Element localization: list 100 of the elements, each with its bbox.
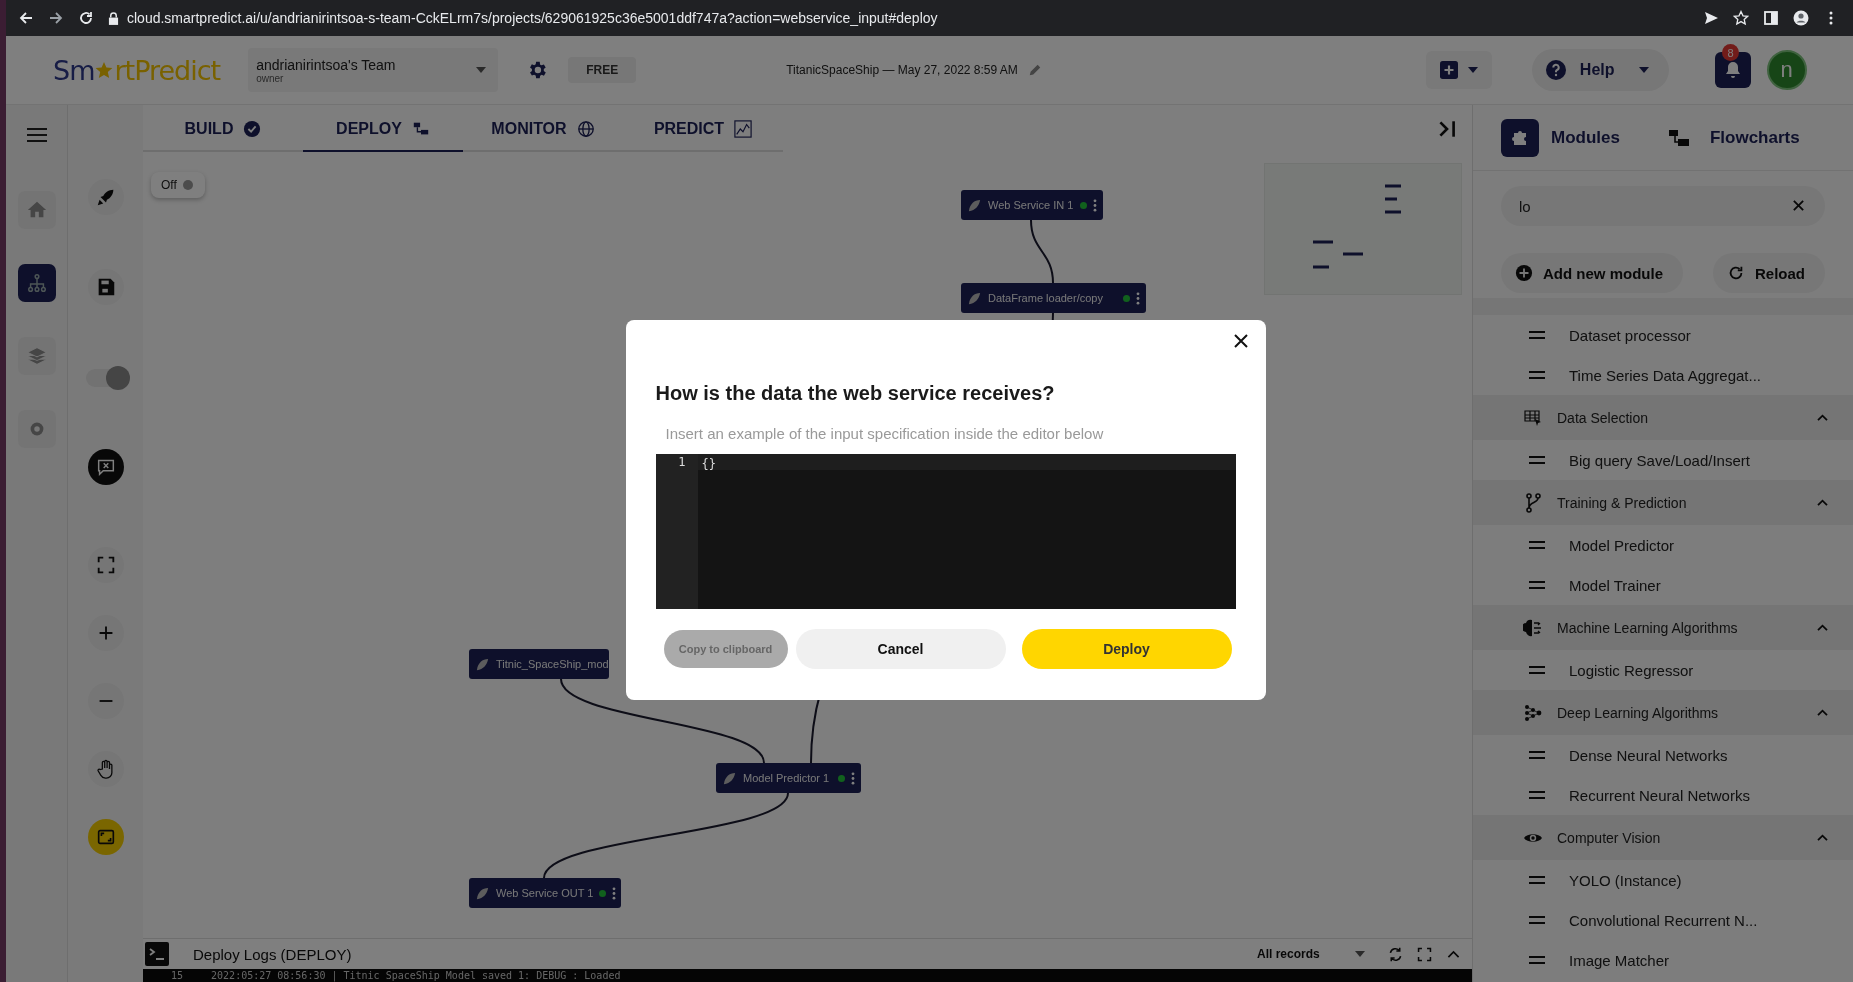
forward-icon[interactable] (48, 10, 64, 26)
module-item[interactable]: Big query Save/Load/Insert (1473, 440, 1853, 480)
category-header[interactable]: Machine Learning Algorithms (1473, 605, 1853, 650)
profile-icon[interactable] (1793, 10, 1809, 26)
check-circle-icon (243, 119, 262, 138)
reload-icon[interactable] (78, 10, 94, 26)
flow-node[interactable]: Titnic_SpaceShip_mod (469, 649, 609, 679)
dialog-title: How is the data the web service receives? (655, 382, 1056, 405)
comment-close-icon[interactable] (87, 449, 124, 485)
globe-icon (576, 119, 595, 138)
close-icon[interactable] (1233, 334, 1248, 348)
help-icon (1545, 60, 1566, 80)
kebab-menu-icon[interactable] (1093, 198, 1097, 212)
drag-handle-icon (1529, 371, 1545, 379)
brain-icon (1523, 617, 1543, 638)
chart-icon (734, 119, 753, 138)
menu-icon[interactable] (26, 128, 47, 142)
log-line-number: 15 (171, 969, 184, 982)
category-header[interactable]: Deep Learning Algorithms (1473, 690, 1853, 735)
tab[interactable]: MONITOR (463, 107, 623, 152)
fullscreen-icon[interactable] (1416, 945, 1433, 963)
tab[interactable]: PREDICT (623, 107, 783, 152)
module-item[interactable]: YOLO (Instance) (1473, 860, 1853, 900)
chevron-up-icon (1816, 413, 1829, 422)
reload-button[interactable]: Reload (1713, 253, 1825, 293)
add-button[interactable] (1425, 51, 1492, 89)
module-item[interactable]: Image Matcher (1473, 940, 1853, 980)
dialog-hint: Insert an example of the input specification inside the editor below (664, 425, 1105, 442)
refresh-icon[interactable] (1387, 945, 1404, 963)
hierarchy-icon[interactable] (17, 264, 56, 302)
send-icon[interactable] (1703, 10, 1719, 26)
hand-icon[interactable] (87, 751, 124, 787)
leaf-icon (475, 885, 490, 901)
team-selector[interactable]: andrianirintsoa's Team owner (248, 48, 499, 92)
user-avatar[interactable]: n (1766, 50, 1807, 90)
module-item[interactable]: Dataset processor (1473, 315, 1853, 355)
flow-node[interactable]: Web Service IN 1 (961, 190, 1103, 220)
panel-tab[interactable]: Modules (1501, 118, 1620, 157)
category-header[interactable]: Training & Prediction (1473, 480, 1853, 525)
category-header[interactable]: Computer Vision (1473, 815, 1853, 860)
drag-handle-icon (1529, 581, 1545, 589)
chevron-up-icon (1816, 833, 1829, 842)
branch-icon (1523, 492, 1543, 513)
copy-button[interactable]: Copy to clipboard (663, 630, 788, 668)
address-bar[interactable]: cloud.smartpredict.ai/u/andrianirintsoa-s-team-CckELrm7s/projects/629061925c36e5001ddf747a?action=webservice_input#deploy (127, 10, 938, 26)
module-item[interactable]: Model Predictor (1473, 525, 1853, 565)
drag-handle-icon (1529, 916, 1545, 924)
caret-icon (476, 67, 487, 73)
drag-handle-icon (1529, 791, 1545, 799)
module-item[interactable]: Model Trainer (1473, 565, 1853, 605)
flow-node[interactable]: Web Service OUT 1 (469, 878, 621, 908)
leaf-icon (475, 656, 490, 672)
line-number: 1 (678, 454, 686, 471)
category-header[interactable]: Data Selection (1473, 395, 1853, 440)
tab[interactable]: BUILD (143, 107, 303, 152)
kebab-menu-icon[interactable] (851, 771, 855, 785)
chevron-up-icon (1816, 498, 1829, 507)
module-item[interactable]: Recurrent Neural Networks (1473, 775, 1853, 815)
plan-badge: FREE (568, 57, 637, 83)
records-dropdown[interactable]: All records (1257, 947, 1365, 961)
logo[interactable]: Sm rtPredict (53, 54, 221, 86)
module-item[interactable]: Time Series Data Aggregat... (1473, 355, 1853, 395)
module-item[interactable]: Logistic Regressor (1473, 650, 1853, 690)
drag-handle-icon (1529, 666, 1545, 674)
panel-tab[interactable]: Flowcharts (1659, 118, 1800, 157)
tab[interactable]: DEPLOY (303, 107, 463, 152)
search-field[interactable]: lo (1501, 186, 1825, 226)
flow-node[interactable]: DataFrame loader/copy (961, 283, 1146, 313)
drag-handle-icon (1529, 541, 1545, 549)
plus-circle-icon (1515, 264, 1533, 282)
deploy-button[interactable]: Deploy (1021, 629, 1232, 669)
fit-view-icon[interactable] (87, 819, 124, 855)
leaf-icon (722, 770, 737, 786)
kebab-menu-icon[interactable] (1136, 291, 1140, 305)
module-item[interactable]: Dense Neural Networks (1473, 735, 1853, 775)
flow-node[interactable]: Model Predictor 1 (716, 763, 861, 793)
kebab-menu-icon[interactable] (612, 886, 617, 900)
plus-icon (1439, 61, 1458, 79)
sidebar-icon[interactable] (1763, 10, 1779, 26)
deploy-switch[interactable]: Off (151, 172, 205, 198)
save-icon[interactable] (87, 269, 124, 305)
chevron-up-icon (1816, 708, 1829, 717)
rocket-icon[interactable] (87, 179, 124, 215)
drag-handle-icon (1529, 751, 1545, 759)
add-module-button[interactable]: Add new module (1501, 253, 1683, 293)
back-icon[interactable] (18, 10, 34, 26)
module-item[interactable]: Convolutional Recurrent N... (1473, 900, 1853, 940)
caret-icon (1355, 951, 1365, 957)
help-button[interactable]: Help (1531, 49, 1669, 91)
zoom-in-icon[interactable] (87, 615, 124, 651)
fullscreen-icon[interactable] (87, 547, 124, 583)
code-text: {} (701, 457, 716, 471)
edit-icon[interactable] (1027, 63, 1042, 77)
star-icon[interactable] (1733, 10, 1749, 26)
code-editor[interactable]: 1 {} (655, 454, 1236, 609)
drag-handle-icon (1529, 331, 1545, 339)
cancel-button[interactable]: Cancel (795, 629, 1006, 669)
project-title: TitanicSpaceShip — May 27, 2022 8:59 AM (786, 63, 1018, 77)
connection-line (1030, 219, 1054, 284)
leaf-icon (967, 290, 982, 306)
